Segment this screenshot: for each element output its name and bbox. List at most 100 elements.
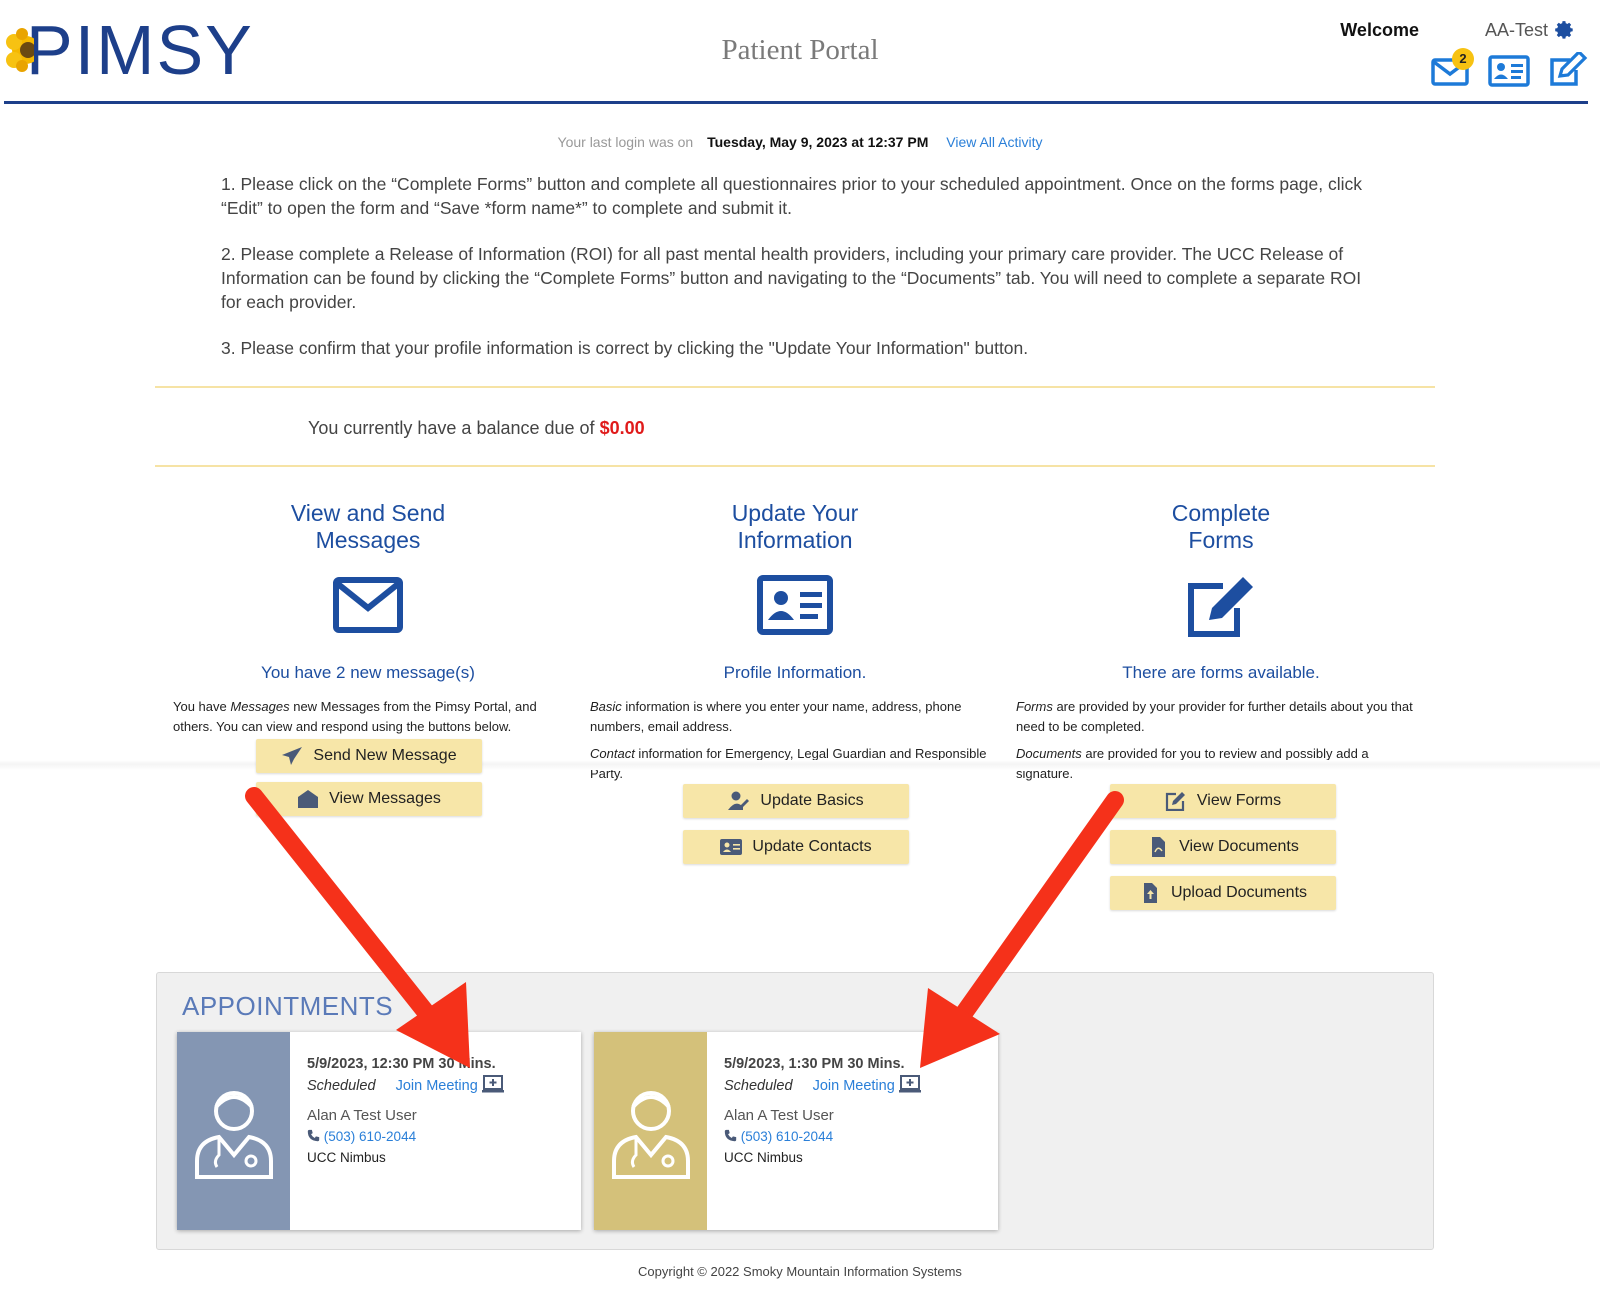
header-messages-button[interactable]: 2 (1430, 48, 1474, 88)
appointment-phone[interactable]: (503) 610-2044 (307, 1126, 504, 1147)
view-messages-label: View Messages (329, 790, 441, 807)
info-title[interactable]: Update Your Information (590, 500, 1000, 554)
balance-amount: $0.00 (599, 418, 645, 438)
header-icon-bar: 2 (1430, 48, 1588, 88)
envelope-icon[interactable] (328, 572, 408, 638)
appointment-card: 5/9/2023, 12:30 PM 30 Mins. Scheduled Jo… (177, 1032, 581, 1230)
instruction-3: 3. Please confirm that your profile info… (221, 338, 1029, 358)
view-messages-button[interactable]: View Messages (256, 782, 482, 816)
file-pdf-icon (1152, 837, 1166, 857)
appointment-phone[interactable]: (503) 610-2044 (724, 1126, 921, 1147)
appointment-card: 5/9/2023, 1:30 PM 30 Mins. Scheduled Joi… (594, 1032, 998, 1230)
info-title-line-1: Update Your (731, 500, 859, 526)
video-meeting-icon[interactable] (481, 1075, 504, 1093)
balance-line: You currently have a balance due of $0.0… (308, 418, 645, 439)
join-meeting-link[interactable]: Join Meeting (813, 1078, 895, 1094)
phone-icon (724, 1129, 737, 1142)
gear-icon[interactable] (1554, 20, 1576, 42)
appointment-info: 5/9/2023, 12:30 PM 30 Mins. Scheduled Jo… (307, 1054, 504, 1168)
instruction-2: 2. Please complete a Release of Informat… (221, 244, 1362, 312)
forms-forms-em: Forms (1016, 699, 1053, 714)
info-section: Update Your Information Profile Informat… (590, 500, 1000, 791)
upload-documents-label: Upload Documents (1170, 884, 1308, 901)
update-contacts-button[interactable]: Update Contacts (683, 830, 909, 864)
id-card-icon (1488, 55, 1530, 87)
header-profile-button[interactable] (1488, 52, 1530, 88)
send-new-message-button[interactable]: Send New Message (256, 739, 482, 773)
info-contact-em: Contact (590, 746, 635, 761)
appointment-status: Scheduled (724, 1078, 793, 1094)
last-login-line: Your last login was on Tuesday, May 9, 2… (0, 134, 1600, 150)
appointment-provider: Alan A Test User (724, 1107, 834, 1124)
forms-title[interactable]: Complete Forms (1016, 500, 1426, 554)
divider-top (155, 386, 1435, 388)
update-contacts-label: Update Contacts (752, 838, 872, 855)
info-basic-em: Basic (590, 699, 622, 714)
appointment-card-sidebar (594, 1032, 707, 1230)
user-edit-icon (728, 791, 750, 810)
header: PIMSY Patient Portal Welcome AA-Test 2 (0, 0, 1600, 106)
info-basic-text: information is where you enter your name… (590, 699, 962, 734)
appointment-location: UCC Nimbus (307, 1150, 386, 1165)
appointment-provider: Alan A Test User (307, 1107, 417, 1124)
view-documents-label: View Documents (1179, 838, 1299, 855)
upload-documents-button[interactable]: Upload Documents (1110, 876, 1336, 910)
edit-icon (1165, 792, 1185, 811)
send-new-message-label: Send New Message (313, 747, 457, 764)
phone-icon (307, 1129, 320, 1142)
view-forms-button[interactable]: View Forms (1110, 784, 1336, 818)
messages-badge: 2 (1452, 48, 1474, 70)
view-forms-label: View Forms (1196, 792, 1282, 809)
messages-desc-em: Messages (230, 699, 290, 714)
edit-icon (1550, 49, 1588, 86)
doctor-icon (611, 1091, 690, 1179)
doctor-icon (194, 1091, 273, 1179)
appointment-datetime: 5/9/2023, 1:30 PM 30 Mins. (724, 1056, 905, 1072)
update-basics-button[interactable]: Update Basics (683, 784, 909, 818)
balance-label: You currently have a balance due of (308, 418, 595, 438)
messages-count-text: You have 2 new message(s) (261, 663, 475, 682)
messages-section: View and Send Messages You have 2 new me… (163, 500, 573, 744)
forms-docs-em: Documents (1016, 746, 1082, 761)
messages-title-line-2: Messages (315, 527, 421, 553)
welcome-label: Welcome (1340, 20, 1419, 40)
envelope-open-icon (298, 790, 319, 808)
id-card-icon (720, 839, 743, 855)
appointment-phone-number[interactable]: (503) 610-2044 (324, 1129, 416, 1144)
appointment-card-sidebar (177, 1032, 290, 1230)
forms-description: Forms are provided by your provider for … (1016, 697, 1426, 784)
forms-title-line-2: Forms (1188, 527, 1254, 553)
messages-title[interactable]: View and Send Messages (163, 500, 573, 554)
update-basics-label: Update Basics (760, 792, 864, 809)
welcome-user: AA-Test (1484, 20, 1548, 40)
file-upload-icon (1143, 883, 1157, 903)
paper-plane-icon (282, 747, 303, 765)
messages-title-line-1: View and Send (290, 500, 446, 526)
messages-desc-pre: You have (173, 699, 231, 714)
appointment-location: UCC Nimbus (724, 1150, 803, 1165)
appointment-info: 5/9/2023, 1:30 PM 30 Mins. Scheduled Joi… (724, 1054, 921, 1168)
header-divider (4, 101, 1588, 104)
messages-description: You have Messages new Messages from the … (163, 697, 573, 737)
appointment-status: Scheduled (307, 1078, 376, 1094)
appointments-heading: APPOINTMENTS (182, 991, 394, 1021)
video-meeting-icon[interactable] (898, 1075, 921, 1093)
copyright: Copyright © 2022 Smoky Mountain Informat… (638, 1264, 962, 1279)
header-forms-button[interactable] (1546, 49, 1588, 88)
view-all-activity-link[interactable]: View All Activity (946, 134, 1042, 150)
appointments-panel: APPOINTMENTS 5/9/2023, 12:30 PM 30 Mins.… (156, 972, 1434, 1250)
last-login-label: Your last login was on (557, 134, 694, 150)
profile-info-text: Profile Information. (723, 663, 867, 682)
last-login-datetime: Tuesday, May 9, 2023 at 12:37 PM (707, 134, 929, 150)
divider-bottom (155, 465, 1435, 467)
appointment-phone-number[interactable]: (503) 610-2044 (741, 1129, 833, 1144)
appointment-datetime: 5/9/2023, 12:30 PM 30 Mins. (307, 1056, 496, 1072)
view-documents-button[interactable]: View Documents (1110, 830, 1336, 864)
join-meeting-link[interactable]: Join Meeting (396, 1078, 478, 1094)
edit-icon[interactable] (1181, 572, 1261, 638)
id-card-icon[interactable] (755, 572, 835, 638)
forms-section: Complete Forms There are forms available… (1016, 500, 1426, 791)
forms-title-line-1: Complete (1171, 500, 1271, 526)
welcome-text: Welcome AA-Test (1340, 20, 1548, 41)
forms-available-text: There are forms available. (1122, 663, 1320, 682)
